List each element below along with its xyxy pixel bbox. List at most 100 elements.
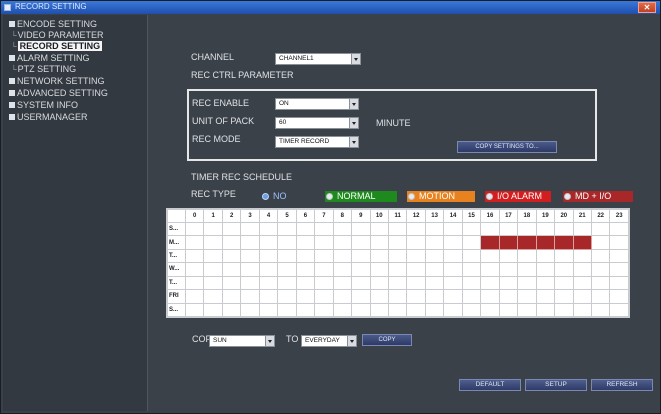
- schedule-cell[interactable]: [221, 248, 242, 264]
- schedule-cell[interactable]: [443, 235, 463, 250]
- schedule-cell[interactable]: [461, 262, 482, 277]
- schedule-cell[interactable]: [240, 289, 260, 304]
- schedule-cell[interactable]: [443, 221, 463, 237]
- schedule-cell[interactable]: [295, 248, 316, 264]
- schedule-cell[interactable]: [221, 235, 242, 250]
- schedule-cell[interactable]: [387, 302, 408, 318]
- schedule-cell[interactable]: [369, 275, 389, 291]
- setup-button[interactable]: SETUP: [525, 379, 587, 391]
- close-button[interactable]: ✕: [638, 2, 656, 13]
- schedule-cell[interactable]: [351, 302, 371, 318]
- schedule-cell[interactable]: [184, 235, 205, 250]
- schedule-cell[interactable]: [572, 302, 592, 318]
- schedule-cell[interactable]: [498, 302, 519, 318]
- schedule-cell[interactable]: [277, 235, 297, 250]
- schedule-cell[interactable]: [517, 289, 537, 304]
- schedule-cell[interactable]: [480, 302, 500, 318]
- schedule-cell[interactable]: [424, 302, 445, 318]
- schedule-cell[interactable]: [498, 289, 519, 304]
- schedule-cell[interactable]: [314, 235, 334, 250]
- schedule-cell[interactable]: [443, 302, 463, 318]
- schedule-cell[interactable]: [258, 221, 279, 237]
- schedule-cell[interactable]: [258, 289, 279, 304]
- schedule-cell[interactable]: [314, 289, 334, 304]
- schedule-cell[interactable]: [295, 275, 316, 291]
- copy-button[interactable]: COPY: [362, 334, 412, 346]
- rec-type-radio[interactable]: NO: [261, 191, 301, 202]
- schedule-cell[interactable]: [480, 275, 500, 291]
- schedule-cell[interactable]: [277, 275, 297, 291]
- schedule-cell[interactable]: [424, 221, 445, 237]
- sidebar-item[interactable]: SYSTEM INFO: [9, 99, 78, 111]
- schedule-cell[interactable]: [406, 235, 426, 250]
- schedule-cell[interactable]: [461, 302, 482, 318]
- schedule-cell[interactable]: [535, 248, 556, 264]
- schedule-cell[interactable]: [277, 289, 297, 304]
- schedule-cell[interactable]: [498, 235, 519, 250]
- schedule-cell[interactable]: [424, 248, 445, 264]
- rec-type-radio[interactable]: I/O ALARM: [485, 191, 551, 202]
- schedule-cell[interactable]: [221, 221, 242, 237]
- schedule-cell[interactable]: [424, 289, 445, 304]
- schedule-cell[interactable]: [387, 248, 408, 264]
- schedule-cell[interactable]: [406, 289, 426, 304]
- schedule-cell[interactable]: [184, 221, 205, 237]
- schedule-cell[interactable]: [277, 302, 297, 318]
- schedule-cell[interactable]: [203, 289, 223, 304]
- schedule-cell[interactable]: [517, 235, 537, 250]
- schedule-cell[interactable]: [535, 275, 556, 291]
- schedule-cell[interactable]: [295, 302, 316, 318]
- schedule-cell[interactable]: [332, 289, 353, 304]
- schedule-cell[interactable]: [609, 248, 629, 264]
- schedule-cell[interactable]: [554, 302, 574, 318]
- schedule-cell[interactable]: [240, 221, 260, 237]
- schedule-cell[interactable]: [295, 262, 316, 277]
- schedule-cell[interactable]: [609, 262, 629, 277]
- rec-type-radio[interactable]: NORMAL: [325, 191, 397, 202]
- schedule-cell[interactable]: [498, 275, 519, 291]
- schedule-cell[interactable]: [590, 302, 611, 318]
- schedule-cell[interactable]: [332, 221, 353, 237]
- schedule-cell[interactable]: [517, 275, 537, 291]
- schedule-cell[interactable]: [184, 302, 205, 318]
- schedule-cell[interactable]: [203, 275, 223, 291]
- schedule-cell[interactable]: [369, 289, 389, 304]
- schedule-cell[interactable]: [387, 275, 408, 291]
- schedule-cell[interactable]: [517, 221, 537, 237]
- schedule-cell[interactable]: [461, 221, 482, 237]
- schedule-cell[interactable]: [609, 275, 629, 291]
- schedule-cell[interactable]: [221, 289, 242, 304]
- schedule-cell[interactable]: [572, 275, 592, 291]
- schedule-cell[interactable]: [332, 248, 353, 264]
- schedule-cell[interactable]: [443, 248, 463, 264]
- schedule-cell[interactable]: [184, 275, 205, 291]
- schedule-cell[interactable]: [480, 221, 500, 237]
- schedule-cell[interactable]: [590, 221, 611, 237]
- schedule-cell[interactable]: [369, 248, 389, 264]
- schedule-cell[interactable]: [277, 262, 297, 277]
- schedule-cell[interactable]: [387, 262, 408, 277]
- schedule-cell[interactable]: [351, 235, 371, 250]
- schedule-cell[interactable]: [240, 235, 260, 250]
- schedule-cell[interactable]: [590, 289, 611, 304]
- schedule-cell[interactable]: [535, 289, 556, 304]
- schedule-cell[interactable]: [443, 262, 463, 277]
- schedule-cell[interactable]: [240, 262, 260, 277]
- schedule-cell[interactable]: [203, 235, 223, 250]
- schedule-cell[interactable]: [258, 248, 279, 264]
- schedule-cell[interactable]: [590, 248, 611, 264]
- schedule-cell[interactable]: [314, 302, 334, 318]
- default-button[interactable]: DEFAULT: [459, 379, 521, 391]
- schedule-cell[interactable]: [406, 248, 426, 264]
- rec-mode-select[interactable]: TIMER RECORD: [275, 136, 359, 148]
- schedule-cell[interactable]: [184, 248, 205, 264]
- schedule-cell[interactable]: [387, 235, 408, 250]
- schedule-cell[interactable]: [517, 302, 537, 318]
- sidebar-item[interactable]: └ PTZ SETTING: [11, 63, 76, 75]
- schedule-grid[interactable]: 0 1 2 3 4 5 6 7 8 9 10 11 12 13 14 15 16 17 18 19 20 21 22 23 S.…: [166, 208, 630, 318]
- title-bar[interactable]: RECORD SETTING ✕: [1, 1, 660, 14]
- schedule-cell[interactable]: [369, 262, 389, 277]
- schedule-cell[interactable]: [554, 289, 574, 304]
- sidebar-item[interactable]: └ RECORD SETTING: [11, 40, 103, 52]
- schedule-cell[interactable]: [351, 275, 371, 291]
